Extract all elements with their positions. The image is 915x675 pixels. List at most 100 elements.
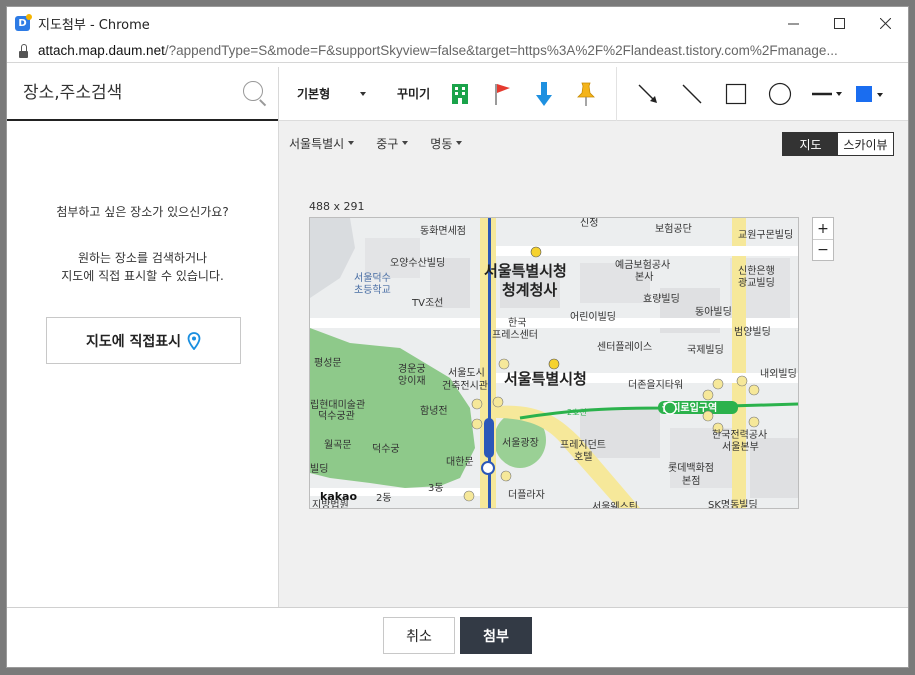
maximize-icon [833,17,845,29]
map-label: 덕수궁 [372,443,400,455]
search-box [7,67,278,121]
dong-select[interactable]: 명동 [430,135,463,152]
maximize-button[interactable] [816,7,862,39]
cancel-button[interactable]: 취소 [383,617,455,654]
map-label: 예금보험공사 [615,259,670,271]
map-label: 서울광장 [502,437,539,449]
arrow-line-icon[interactable] [635,81,661,107]
map-label-major: 청계청사 [502,281,557,299]
caret-down-icon [456,141,463,145]
circle-icon[interactable] [767,81,793,107]
map-label: 2동 [376,492,392,504]
dong-label: 명동 [430,136,453,151]
kakao-logo: kakao [320,490,357,503]
arrow-down-icon[interactable] [532,80,556,108]
map-label: 센터플레이스 [597,341,652,353]
map-label: 한국전력공사 [712,429,767,441]
map-label-major: 서울특별시청 [484,262,567,280]
direct-mark-button[interactable]: 지도에 직접표시 [46,317,241,364]
help-text-line1: 원하는 장소를 검색하거나 [77,251,208,265]
zoom-control: + − [812,217,834,261]
attach-button[interactable]: 첨부 [460,617,532,654]
close-icon [879,17,891,29]
url-text[interactable]: attach.map.daum.net/?appendType=S&mode=F… [38,43,900,58]
caret-down-icon [360,91,367,96]
flag-icon[interactable] [490,80,514,108]
map-panel: 기본형 꾸미기 서울특별시 중구 명동 지도 스카이뷰 488 x 291 을지… [279,66,908,607]
map-size-label: 488 x 291 [309,200,365,213]
building-icon[interactable] [448,80,472,108]
map-label: 어린이빌딩 [570,311,616,323]
map-label: 더존을지타워 [628,378,683,391]
map-label: 보험공단 [655,223,692,235]
lock-icon [19,43,28,58]
skyview-button[interactable]: 스카이뷰 [838,133,893,155]
district-select[interactable]: 중구 [376,135,409,152]
map-label: 대한문 [446,456,474,468]
map-label: 덕수궁관 [318,410,355,422]
toolbar-divider [616,66,618,121]
zoom-out-button[interactable]: − [813,239,833,260]
map-label: 3동 [428,482,444,494]
dialog-footer: 취소 첨부 [7,607,908,667]
map-label: 본점 [682,475,700,487]
map-view-button[interactable]: 지도 [783,133,838,155]
direct-mark-label: 지도에 직접표시 [85,333,182,350]
decorate-label: 꾸미기 [397,87,431,101]
address-bar[interactable]: attach.map.daum.net/?appendType=S&mode=F… [7,39,908,63]
line-style-icon[interactable] [811,81,843,107]
minimize-button[interactable] [770,7,816,39]
map-label: 신한은행 [738,265,775,277]
map-label: 립현대미술관 [310,398,365,411]
map-label: 초등학교 [354,284,391,296]
minimize-icon [787,23,799,24]
location-pin-icon [187,331,201,350]
map-label: 서울본부 [722,441,759,453]
map-style-select[interactable]: 기본형 [297,85,379,102]
rectangle-icon[interactable] [723,81,749,107]
map-label: 프레스센터 [492,329,538,341]
map-label: 건축전시관 [442,380,488,392]
map-label: 평성문 [314,357,342,369]
map-label: 빌딩 [310,463,328,475]
window-title: 지도첨부 - Chrome [38,17,150,33]
map-canvas[interactable]: 을지로입구역 2호선 동화면세점 신정 보험공단 교원구몬빌딩 오양수산빌딩 예… [309,217,799,509]
line2-label: 2호선 [567,408,587,417]
city-label: 서울특별시 [289,136,345,151]
city-select[interactable]: 서울특별시 [289,135,355,152]
search-panel: 첨부하고 싶은 장소가 있으신가요? 원하는 장소를 검색하거나 지도에 직접 … [7,67,279,607]
search-input[interactable] [23,83,233,103]
map-label-major: 서울특별시청 [504,370,587,388]
pin-marker-icon[interactable] [574,80,598,108]
map-label: 광교빌딩 [738,277,775,289]
map-label: 효량빌딩 [643,293,680,305]
map-label: 국제빌딩 [687,344,724,356]
map-style-label: 기본형 [297,87,331,101]
map-label: 교원구몬빌딩 [738,229,793,241]
map-label: 내외빌딩 [760,368,797,380]
map-label: 월곡문 [324,439,352,451]
search-icon[interactable] [241,79,269,107]
map-label: 롯데백화점 [668,462,714,474]
close-window-button[interactable] [862,7,908,39]
color-picker-icon[interactable] [855,81,885,107]
map-label: 경운궁 [398,362,426,375]
caret-down-icon [402,141,409,145]
map-label: 서울도시 [448,367,485,379]
line-icon[interactable] [679,81,705,107]
map-label: 앙이재 [398,375,426,387]
zoom-in-button[interactable]: + [813,218,833,239]
map-label: 프레지던트 [560,439,606,451]
view-toggle: 지도 스카이뷰 [782,132,894,156]
map-toolbar: 기본형 꾸미기 [279,66,908,121]
main-content: 첨부하고 싶은 장소가 있으신가요? 원하는 장소를 검색하거나 지도에 직접 … [7,66,908,607]
district-label: 중구 [376,136,399,151]
browser-window: D 지도첨부 - Chrome attach.map.daum.net/?app… [6,6,909,668]
url-host: attach.map.daum.net [38,43,165,58]
map-label: 함녕전 [420,405,448,417]
caret-down-icon [348,141,355,145]
window-controls [770,7,908,39]
map-label: 오양수산빌딩 [390,257,445,269]
map-label: 더플라자 [508,489,545,501]
map-label: 서울덕수 [354,272,391,284]
